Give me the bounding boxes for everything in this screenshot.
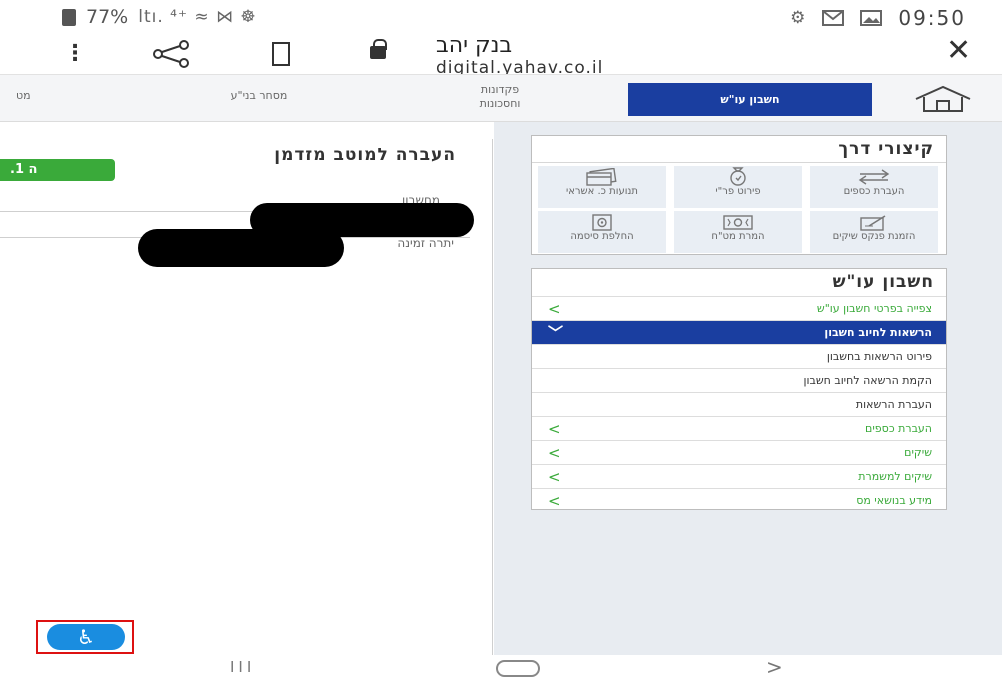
submenu-create-authorization[interactable]: הקמת הרשאה לחיוב חשבון bbox=[532, 368, 946, 392]
shortcut-label: העברת כספים bbox=[843, 186, 905, 197]
chevron-left-icon: < bbox=[548, 300, 561, 318]
menu-label: פירוט הרשאות בחשבון bbox=[826, 350, 932, 363]
submenu-authorization-details[interactable]: פירוט הרשאות בחשבון bbox=[532, 344, 946, 368]
available-balance-label: יתרה זמינה bbox=[397, 236, 454, 250]
back-icon[interactable]: > bbox=[766, 655, 783, 679]
top-nav: מט מסחר בני"ע פקדונות וחסכונות חשבון עו"… bbox=[0, 74, 1002, 122]
recent-apps-icon[interactable]: III bbox=[230, 658, 255, 676]
menu-label: מידע בנושאי מס bbox=[856, 494, 932, 507]
home-button-icon[interactable] bbox=[496, 660, 540, 677]
transfer-panel: העברה למוטב מזדמן .1 ה מחשבון יתרה זמינה… bbox=[0, 139, 493, 655]
menu-label: צפייה בפרטי חשבון עו"ש bbox=[816, 302, 932, 315]
shortcut-credit-transactions[interactable]: תנועות כ. אשראי bbox=[538, 166, 666, 208]
clock: 09:50 bbox=[898, 6, 966, 30]
shortcuts-box: קיצורי דרך העברת כספים פירוט פר"י תנועות… bbox=[531, 135, 947, 255]
browser-toolbar: ⋮ בנק יהב digital.yahav.co.il ✕ bbox=[0, 33, 1002, 78]
home-icon[interactable] bbox=[912, 85, 974, 113]
menu-label: שיקים למשמרת bbox=[858, 470, 932, 483]
battery-percent: 77% bbox=[86, 6, 129, 28]
accessibility-icon: ♿ bbox=[47, 624, 125, 650]
bag-icon bbox=[730, 167, 746, 186]
menu-label: העברת הרשאות bbox=[855, 398, 932, 411]
transfer-title: העברה למוטב מזדמן bbox=[274, 145, 456, 165]
shortcut-tiles: העברת כספים פירוט פר"י תנועות כ. אשראי ה… bbox=[532, 163, 946, 253]
chevron-left-icon: < bbox=[548, 492, 561, 510]
status-left: 77% ltı. ⁴⁺ ≈ ⋈ ☸ bbox=[62, 6, 257, 28]
step-badge[interactable]: .1 ה bbox=[0, 159, 115, 181]
checkbook-icon bbox=[860, 215, 886, 231]
shortcut-order-checkbook[interactable]: הזמנת פנקס שיקים bbox=[810, 211, 938, 253]
submenu-transfer-authorizations[interactable]: העברת הרשאות bbox=[532, 392, 946, 416]
menu-checks-deposit[interactable]: שיקים למשמרת < bbox=[532, 464, 946, 488]
menu-label: שיקים bbox=[904, 446, 932, 459]
shortcut-label: החלפת סיסמה bbox=[570, 231, 634, 242]
redacted-balance bbox=[138, 229, 344, 267]
accessibility-button[interactable]: ♿ bbox=[36, 620, 134, 654]
shortcut-change-password[interactable]: החלפת סיסמה bbox=[538, 211, 666, 253]
currency-exchange-icon bbox=[723, 215, 753, 230]
account-menu-title: חשבון עו"ש bbox=[832, 272, 934, 292]
nav-item-deposits-line1: פקדונות bbox=[480, 83, 520, 96]
settings-status-icon: ⚙ bbox=[790, 8, 807, 28]
status-bar: 77% ltı. ⁴⁺ ≈ ⋈ ☸ ⚙ 09:50 bbox=[0, 0, 1002, 34]
right-sidebar: קיצורי דרך העברת כספים פירוט פר"י תנועות… bbox=[494, 122, 1002, 655]
battery-icon bbox=[62, 8, 76, 26]
shortcut-portfolio[interactable]: פירוט פר"י bbox=[674, 166, 802, 208]
nav-item-checking-account[interactable]: חשבון עו"ש bbox=[628, 83, 872, 116]
shortcuts-title: קיצורי דרך bbox=[532, 136, 946, 163]
signal-icons: ltı. ⁴⁺ ≈ ⋈ ☸ bbox=[138, 7, 257, 27]
android-nav-bar: III > bbox=[0, 655, 1002, 681]
close-icon[interactable]: ✕ bbox=[946, 36, 971, 66]
menu-checks[interactable]: שיקים < bbox=[532, 440, 946, 464]
shortcut-label: תנועות כ. אשראי bbox=[565, 186, 639, 197]
notification-icon bbox=[822, 10, 845, 26]
menu-label: הקמת הרשאה לחיוב חשבון bbox=[803, 374, 933, 387]
transfer-icon bbox=[858, 169, 890, 185]
menu-label: העברת כספים bbox=[865, 422, 932, 435]
shortcut-currency-exchange[interactable]: המרת מט"ח bbox=[674, 211, 802, 253]
status-right: ⚙ 09:50 bbox=[790, 6, 966, 30]
shortcut-label: הזמנת פנקס שיקים bbox=[832, 231, 916, 242]
chevron-left-icon: < bbox=[548, 468, 561, 486]
chevron-down-icon: ﹀ bbox=[548, 324, 564, 342]
menu-label: הרשאות לחיוב חשבון bbox=[824, 326, 932, 339]
app-screen: 77% ltı. ⁴⁺ ≈ ⋈ ☸ ⚙ 09:50 ⋮ בנק יהב digi… bbox=[0, 0, 1002, 681]
menu-tax-info[interactable]: מידע בנושאי מס < bbox=[532, 488, 946, 512]
chevron-left-icon: < bbox=[548, 420, 561, 438]
password-icon bbox=[592, 214, 612, 231]
menu-debit-authorizations[interactable]: הרשאות לחיוב חשבון ﹀ bbox=[532, 320, 946, 344]
gallery-icon bbox=[860, 10, 883, 26]
shortcut-label: המרת מט"ח bbox=[711, 231, 765, 242]
lock-icon[interactable] bbox=[370, 39, 387, 59]
nav-item-deposits-line2: וחסכונות bbox=[479, 96, 521, 110]
more-menu-icon[interactable]: ⋮ bbox=[64, 43, 86, 65]
share-icon[interactable] bbox=[150, 40, 192, 68]
menu-view-account-details[interactable]: צפייה בפרטי חשבון עו"ש < bbox=[532, 296, 946, 320]
page-title: בנק יהב bbox=[436, 33, 513, 58]
menu-money-transfer[interactable]: העברת כספים < bbox=[532, 416, 946, 440]
nav-item-forex[interactable]: מט bbox=[16, 89, 31, 102]
credit-card-icon bbox=[586, 168, 617, 186]
bookmark-icon[interactable] bbox=[272, 42, 290, 66]
nav-item-deposits[interactable]: פקדונות וחסכונות bbox=[445, 83, 555, 111]
account-menu-box: חשבון עו"ש צפייה בפרטי חשבון עו"ש < הרשא… bbox=[531, 268, 947, 510]
shortcut-money-transfer[interactable]: העברת כספים bbox=[810, 166, 938, 208]
shortcut-label: פירוט פר"י bbox=[715, 186, 761, 197]
chevron-left-icon: < bbox=[548, 444, 561, 462]
nav-item-securities[interactable]: מסחר בני"ע bbox=[204, 89, 314, 102]
